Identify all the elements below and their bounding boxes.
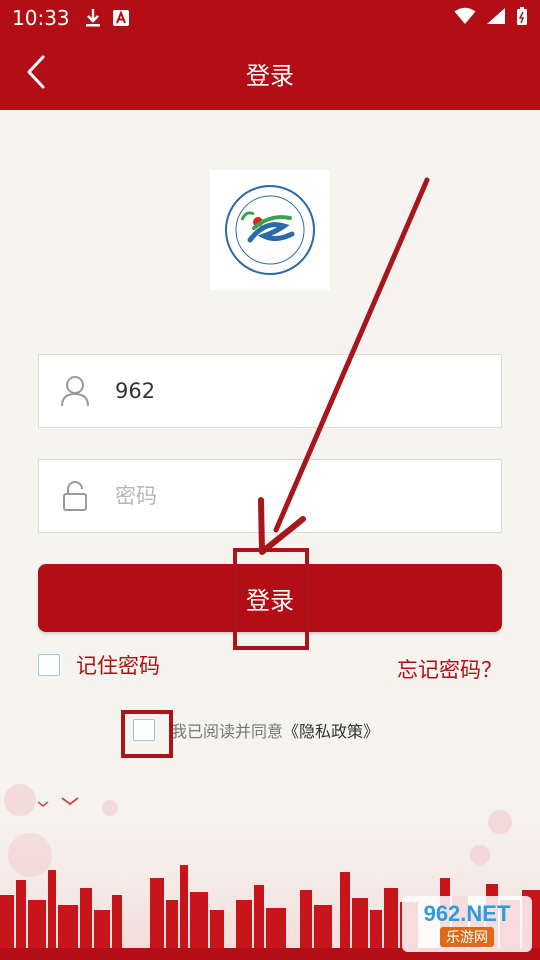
site-watermark: 962.NET 乐游网 [402, 896, 532, 952]
watermark-sub: 乐游网 [440, 927, 494, 947]
watermark-brand: 962.NET [423, 901, 511, 926]
